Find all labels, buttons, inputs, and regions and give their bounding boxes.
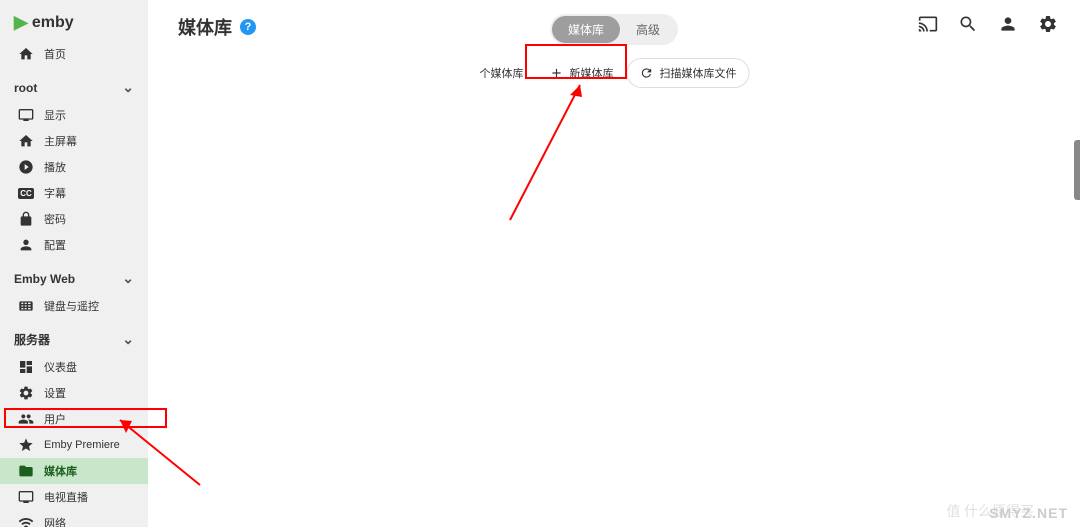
- scrollbar-indicator[interactable]: [1074, 140, 1080, 200]
- sidebar-item-subtitles[interactable]: CC 字幕: [0, 180, 148, 206]
- scan-library-button[interactable]: 扫描媒体库文件: [627, 58, 750, 88]
- sidebar-item-profile[interactable]: 配置: [0, 232, 148, 258]
- folder-icon: [18, 463, 34, 479]
- sidebar-item-homescreen[interactable]: 主屏幕: [0, 128, 148, 154]
- gear-icon: [18, 385, 34, 401]
- page-title: 媒体库 ?: [178, 14, 256, 40]
- tab-library[interactable]: 媒体库: [552, 16, 620, 43]
- star-icon: [18, 437, 34, 453]
- sidebar-item-label: 键盘与遥控: [44, 298, 99, 314]
- refresh-icon: [640, 66, 654, 80]
- tab-label: 高级: [636, 23, 660, 37]
- sidebar-item-label: 设置: [44, 385, 66, 401]
- logo-icon: ▶: [14, 12, 28, 33]
- home-icon: [18, 46, 34, 62]
- person-icon: [18, 237, 34, 253]
- dashboard-icon: [18, 359, 34, 375]
- sidebar-section-server: 服务器 ⌄ 仪表盘 设置 用户 Emby Premiere 媒体库 电视直播: [0, 325, 148, 527]
- library-count-suffix: 个媒体库: [480, 65, 524, 81]
- sidebar-section-root: root ⌄ 显示 主屏幕 播放 CC 字幕 密码 配置: [0, 73, 148, 258]
- sidebar-section-embyweb: Emby Web ⌄ 键盘与遥控: [0, 264, 148, 319]
- sidebar-item-home[interactable]: 首页: [0, 41, 148, 67]
- users-icon: [18, 411, 34, 427]
- play-icon: [18, 159, 34, 175]
- sidebar-item-label: Emby Premiere: [44, 439, 120, 451]
- sidebar-item-label: 主屏幕: [44, 133, 77, 149]
- library-action-row: 个媒体库 新媒体库 扫描媒体库文件: [479, 58, 750, 88]
- help-icon[interactable]: ?: [240, 19, 256, 35]
- sidebar-item-label: 仪表盘: [44, 359, 77, 375]
- sidebar-item-livetv[interactable]: 电视直播: [0, 484, 148, 510]
- sidebar-item-label: 用户: [44, 411, 66, 427]
- sidebar-item-password[interactable]: 密码: [0, 206, 148, 232]
- page-title-text: 媒体库: [178, 14, 232, 40]
- wifi-icon: [18, 515, 34, 527]
- sidebar-item-label: 网络: [44, 515, 66, 527]
- sidebar-item-label: 密码: [44, 211, 66, 227]
- sidebar-item-display[interactable]: 显示: [0, 102, 148, 128]
- topbar-actions: [918, 14, 1058, 37]
- view-tabs: 媒体库 高级: [550, 14, 678, 45]
- section-header-server[interactable]: 服务器 ⌄: [0, 325, 148, 354]
- sidebar-item-label: 字幕: [44, 185, 66, 201]
- keyboard-icon: [18, 298, 34, 314]
- cc-icon: CC: [18, 185, 34, 201]
- sidebar-item-label: 显示: [44, 107, 66, 123]
- home-icon: [18, 133, 34, 149]
- section-title: Emby Web: [14, 272, 75, 286]
- sidebar-item-label: 电视直播: [44, 489, 88, 505]
- cast-icon[interactable]: [918, 14, 938, 37]
- sidebar-item-settings[interactable]: 设置: [0, 380, 148, 406]
- chevron-down-icon: ⌄: [122, 79, 134, 96]
- sidebar-item-dashboard[interactable]: 仪表盘: [0, 354, 148, 380]
- sidebar-item-label: 媒体库: [44, 463, 77, 479]
- new-library-button[interactable]: 新媒体库: [537, 58, 627, 88]
- section-title: root: [14, 81, 37, 95]
- chevron-down-icon: ⌄: [122, 270, 134, 287]
- sidebar-item-keyboard[interactable]: 键盘与遥控: [0, 293, 148, 319]
- main-content: 媒体库 ? 媒体库 高级 个媒体库 新媒体库 扫描媒体库文件: [148, 0, 1080, 527]
- lock-icon: [18, 211, 34, 227]
- settings-icon[interactable]: [1038, 14, 1058, 37]
- watermark: SMYZ.NET: [989, 505, 1068, 521]
- tv-icon: [18, 489, 34, 505]
- sidebar-item-label: 首页: [44, 46, 66, 62]
- brand-text: emby: [32, 14, 74, 32]
- sidebar-item-users[interactable]: 用户: [0, 406, 148, 432]
- brand-logo: ▶ emby: [0, 12, 148, 41]
- library-count: 个媒体库: [479, 58, 537, 88]
- section-header-root[interactable]: root ⌄: [0, 73, 148, 102]
- tab-label: 媒体库: [568, 23, 604, 37]
- section-header-embyweb[interactable]: Emby Web ⌄: [0, 264, 148, 293]
- section-title: 服务器: [14, 331, 50, 348]
- sidebar-item-network[interactable]: 网络: [0, 510, 148, 527]
- sidebar-item-label: 配置: [44, 237, 66, 253]
- tab-advanced[interactable]: 高级: [620, 16, 676, 43]
- sidebar-item-library[interactable]: 媒体库: [0, 458, 148, 484]
- button-label: 新媒体库: [570, 65, 614, 81]
- button-label: 扫描媒体库文件: [660, 65, 737, 81]
- chevron-down-icon: ⌄: [122, 331, 134, 348]
- display-icon: [18, 107, 34, 123]
- user-icon[interactable]: [998, 14, 1018, 37]
- sidebar-item-playback[interactable]: 播放: [0, 154, 148, 180]
- sidebar: ▶ emby 首页 root ⌄ 显示 主屏幕 播放 CC 字幕 密码: [0, 0, 148, 527]
- plus-icon: [550, 66, 564, 80]
- sidebar-item-label: 播放: [44, 159, 66, 175]
- search-icon[interactable]: [958, 14, 978, 37]
- sidebar-item-premiere[interactable]: Emby Premiere: [0, 432, 148, 458]
